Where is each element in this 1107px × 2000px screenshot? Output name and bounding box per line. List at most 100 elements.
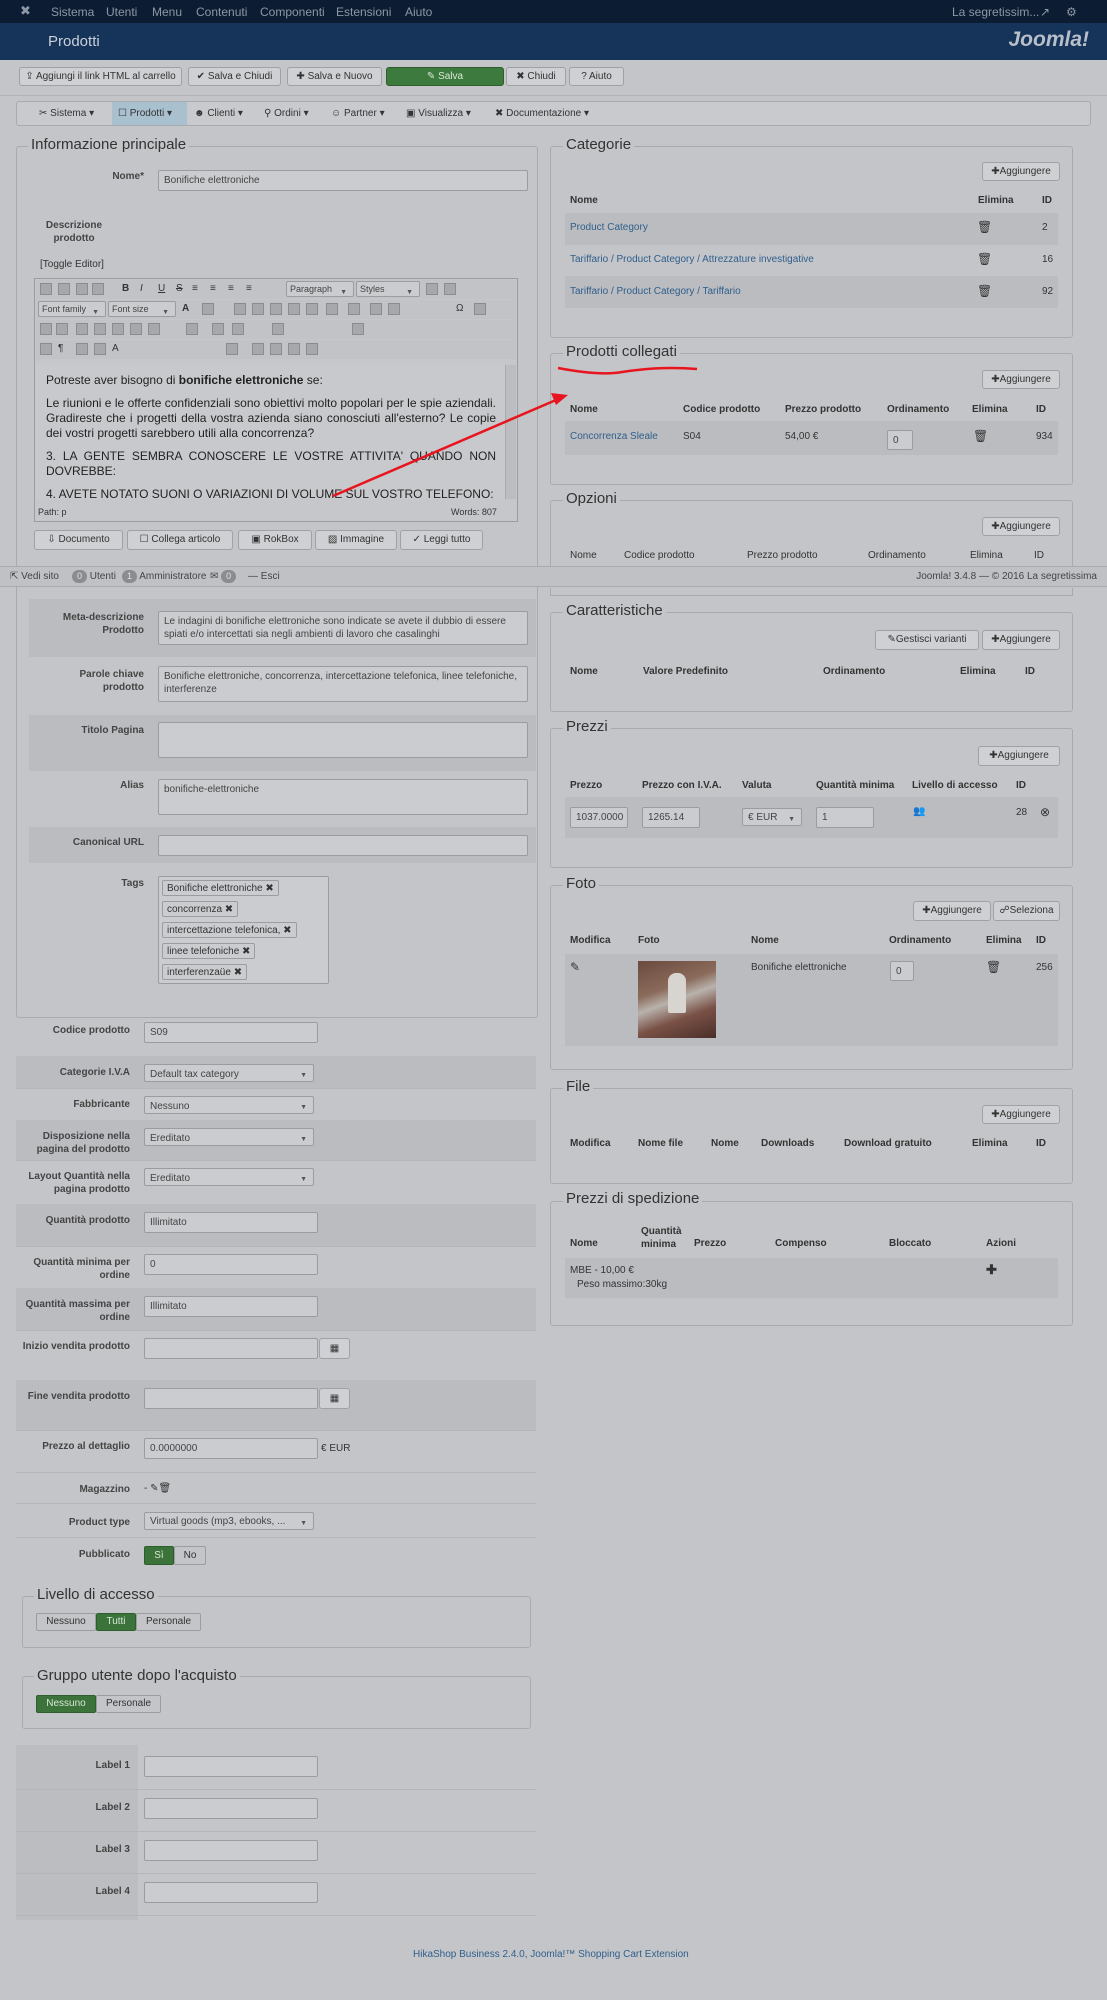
custom-label-input[interactable] (144, 1798, 318, 1819)
pencil-icon[interactable]: ✎ (570, 960, 580, 974)
hika-menu-clienti[interactable]: ☻ Clienti ▾ (194, 108, 243, 119)
calendar-icon[interactable]: ▦ (319, 1388, 350, 1409)
detail-input[interactable]: 0 (144, 1254, 318, 1275)
keywords-textarea[interactable]: Bonifiche elettroniche, concorrenza, int… (158, 666, 528, 702)
highlight-icon[interactable] (202, 303, 214, 315)
tag-item[interactable]: linee telefoniche ✖ (162, 943, 256, 959)
logout-link[interactable]: — Esci (248, 571, 280, 582)
hika-menu-prodotti[interactable]: ☐ Prodotti ▾ (112, 102, 187, 125)
rokbox-button[interactable]: ▣ RokBox (238, 530, 312, 550)
characteristics-add-button[interactable]: ✚Aggiungere (982, 630, 1060, 650)
italic-icon[interactable]: I (140, 283, 143, 294)
read-more-button[interactable]: ✓ Leggi tutto (400, 530, 483, 550)
bullets-icon[interactable] (326, 303, 338, 315)
column-icon[interactable] (232, 323, 244, 335)
subscript-icon[interactable] (370, 303, 382, 315)
related-add-button[interactable]: ✚Aggiungere (982, 370, 1060, 389)
trash-icon[interactable]: 🗑 (159, 1483, 172, 1494)
anchor-icon[interactable] (226, 343, 238, 355)
close-button[interactable]: ✖ Chiudi (506, 67, 566, 86)
category-path[interactable]: Tariffario / Product Category / Attrezza… (570, 254, 814, 265)
trash-icon[interactable]: 🗑 (977, 220, 992, 234)
save-button[interactable]: ✎ Salva (386, 67, 504, 86)
edit-icon[interactable]: ✎ (150, 1483, 158, 1494)
min-qty-input[interactable]: 1 (816, 807, 874, 828)
tag-item[interactable]: concorrenza ✖ (162, 901, 239, 917)
menu-sistema[interactable]: Sistema (51, 5, 94, 19)
view-site-link[interactable]: ⇱ Vedi sito (10, 571, 59, 582)
editor-scrollbar[interactable] (505, 365, 516, 499)
hr-icon[interactable] (474, 303, 486, 315)
superscript-icon[interactable] (388, 303, 400, 315)
category-path[interactable]: Tariffario / Product Category / Tariffar… (570, 286, 741, 297)
price-input[interactable]: 1037.0000 (570, 807, 628, 828)
font-family-select[interactable]: Font family (38, 301, 106, 317)
messages[interactable]: ✉ 0 (210, 570, 237, 583)
price-vat-input[interactable]: 1265.14 (642, 807, 700, 828)
cut-icon[interactable] (234, 303, 246, 315)
undo-icon[interactable] (76, 283, 88, 295)
calendar-icon[interactable]: ▦ (319, 1338, 350, 1359)
document-button[interactable]: ⇩ Documento (34, 530, 123, 550)
product-type-select[interactable]: Virtual goods (mp3, ebooks, ... (144, 1512, 314, 1530)
trash-icon[interactable]: 🗑 (986, 960, 1001, 974)
custom-label-input[interactable] (144, 1882, 318, 1903)
text-color-icon[interactable]: A (182, 303, 189, 314)
fullscreen-icon[interactable] (76, 323, 88, 335)
search-icon[interactable] (130, 323, 142, 335)
category-path[interactable]: Product Category (570, 222, 648, 233)
copy-icon[interactable] (252, 303, 264, 315)
detail-input[interactable] (144, 1388, 318, 1409)
custom-label-input[interactable] (144, 1840, 318, 1861)
omega-icon[interactable]: Ω (456, 303, 463, 314)
tag-item[interactable]: intercettazione telefonica, ✖ (162, 922, 297, 938)
access-personale[interactable]: Personale (136, 1613, 201, 1631)
product-name-input[interactable]: Bonifiche elettroniche (158, 170, 528, 191)
prices-add-button[interactable]: ✚Aggiungere (978, 746, 1060, 766)
cell-icon[interactable] (272, 323, 284, 335)
product-photo[interactable] (638, 961, 716, 1038)
ltr-icon[interactable] (40, 323, 52, 335)
template-icon[interactable] (76, 343, 88, 355)
files-add-button[interactable]: ✚Aggiungere (982, 1105, 1060, 1124)
rtl-icon[interactable] (56, 323, 68, 335)
menu-menu[interactable]: Menu (152, 5, 182, 19)
options-add-button[interactable]: ✚Aggiungere (982, 517, 1060, 536)
align-right-icon[interactable]: ≡ (228, 283, 234, 294)
detail-input[interactable]: S09 (144, 1022, 318, 1043)
detail-input[interactable]: Illimitato (144, 1296, 318, 1317)
trash-icon[interactable]: 🗑 (977, 284, 992, 298)
replace-icon[interactable] (148, 323, 160, 335)
detail-input[interactable]: Illimitato (144, 1212, 318, 1233)
align-left-icon[interactable]: ≡ (192, 283, 198, 294)
pilcrow-icon[interactable]: ¶ (58, 343, 63, 354)
access-nessuno[interactable]: Nessuno (36, 1613, 96, 1631)
photo-order-input[interactable]: 0 (890, 961, 914, 981)
categories-add-button[interactable]: ✚Aggiungere (982, 162, 1060, 181)
preview-icon[interactable] (94, 323, 106, 335)
link-article-button[interactable]: ☐ Collega articolo (127, 530, 233, 550)
hika-menu-ordini[interactable]: ⚲ Ordini ▾ (264, 108, 309, 119)
image-button[interactable]: ▨ Immagine (315, 530, 397, 550)
clean-icon[interactable] (444, 283, 456, 295)
manage-variants-button[interactable]: ✎Gestisci varianti (875, 630, 979, 650)
justify-icon[interactable]: ≡ (246, 283, 252, 294)
image-icon[interactable] (270, 343, 282, 355)
trash-icon[interactable]: 🗑 (977, 252, 992, 266)
detail-select[interactable]: Ereditato (144, 1168, 314, 1186)
visual-aid-icon[interactable] (40, 343, 52, 355)
tag-item[interactable]: interferenzaüe ✖ (162, 964, 248, 980)
currency-select[interactable]: € EUR (742, 808, 802, 826)
hika-menu-sistema[interactable]: ✂ Sistema ▾ (39, 108, 94, 119)
strike-icon[interactable]: S (176, 283, 183, 294)
access-tutti[interactable]: Tutti (96, 1613, 136, 1631)
photos-add-button[interactable]: ✚Aggiungere (913, 901, 991, 921)
link-icon[interactable] (252, 343, 264, 355)
hika-menu-documentazione[interactable]: ✖ Documentazione ▾ (495, 108, 589, 119)
joomla-logo-icon[interactable]: ✖ (20, 3, 31, 19)
menu-contenuti[interactable]: Contenuti (196, 5, 247, 19)
published-yes-toggle[interactable]: Sì (144, 1546, 174, 1565)
add-html-link-button[interactable]: ⇪ Aggiungi il link HTML al carrello (19, 67, 182, 86)
user-menu[interactable]: La segretissim... (952, 5, 1039, 19)
find-icon[interactable] (306, 303, 318, 315)
